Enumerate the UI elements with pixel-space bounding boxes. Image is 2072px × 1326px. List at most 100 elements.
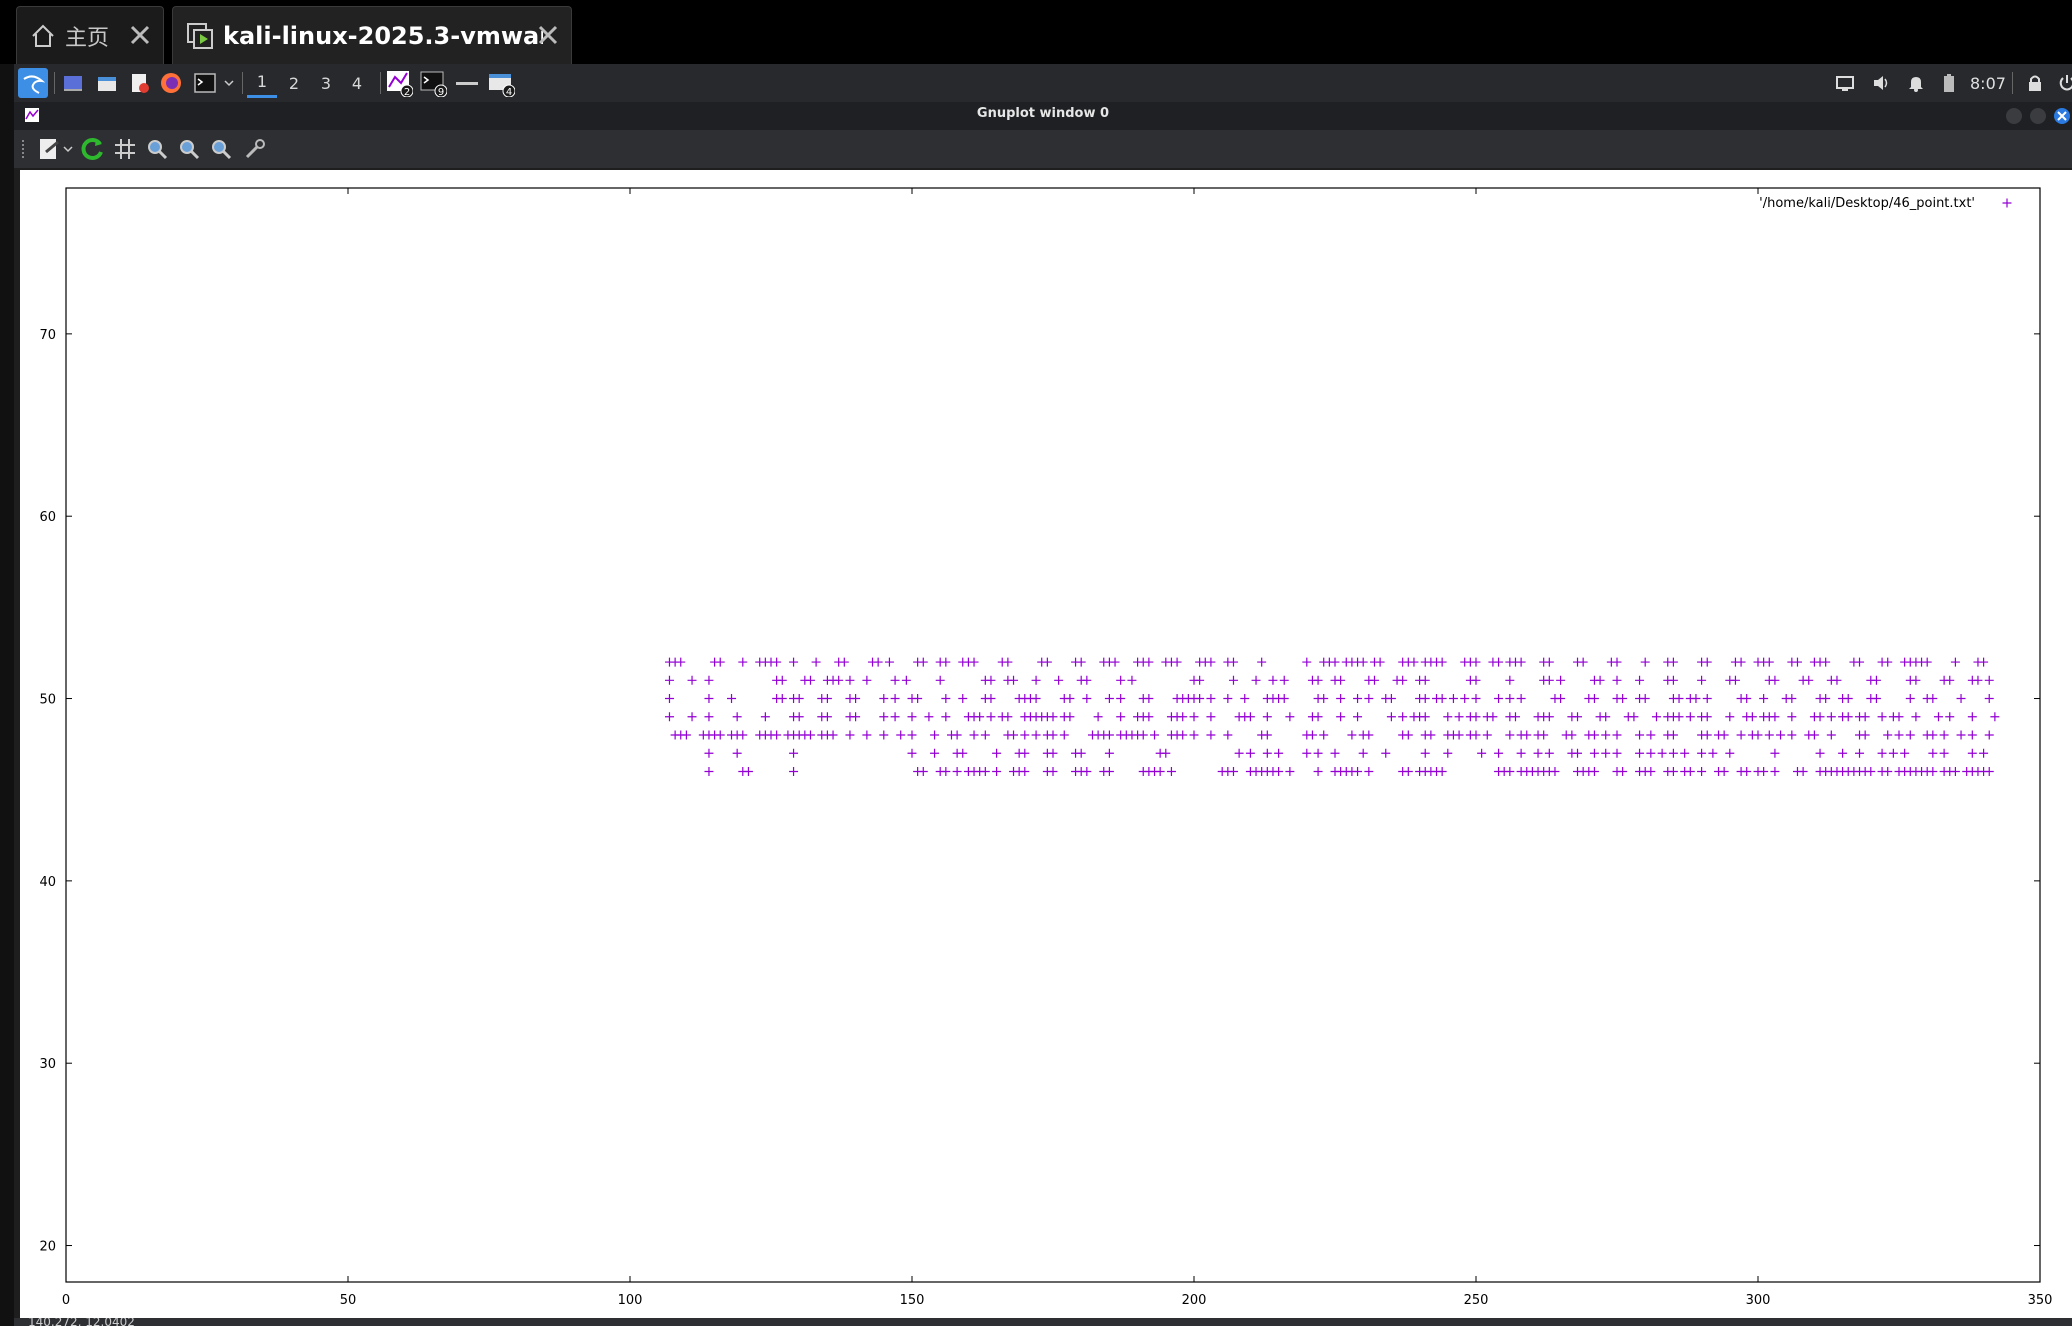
firefox-icon[interactable] [156,68,186,98]
data-point [1595,675,1605,685]
data-point [1189,730,1199,740]
data-point [1144,657,1154,667]
data-point [676,657,686,667]
data-point [1285,712,1295,722]
volume-icon[interactable] [1866,68,1896,98]
data-point [805,675,815,685]
data-point [1330,657,1340,667]
data-point [1573,748,1583,758]
data-point [1657,748,1667,758]
data-point [1093,712,1103,722]
data-point [1668,730,1678,740]
toolbar-grip[interactable] [22,140,28,158]
vm-tab-kali[interactable]: kali-linux-2025.3-vmware-... [172,6,572,64]
minimized-window-icon[interactable] [452,68,482,98]
data-point [1905,730,1915,740]
grid-icon[interactable] [110,134,140,164]
chevron-down-icon[interactable] [60,134,76,164]
workspace-4[interactable]: 4 [342,68,372,98]
data-point [1736,657,1746,667]
minimize-button[interactable] [2006,108,2022,124]
chevron-down-icon[interactable] [222,68,236,98]
data-point [1048,712,1058,722]
data-point [794,712,804,722]
vm-tab-home[interactable]: 主页 [16,6,164,64]
data-point [1770,766,1780,776]
plot-canvas[interactable]: 0 50 100 150 200 250 300 350 20 30 40 50 60 70 '/home… [20,170,2072,1318]
data-point [1104,748,1114,758]
data-point [1262,712,1272,722]
settings-icon[interactable] [240,134,270,164]
file-manager-icon[interactable] [92,68,122,98]
legend-marker [2002,198,2012,208]
data-point [1319,694,1329,704]
data-point [1860,712,1870,722]
data-point [890,694,900,704]
data-point [1911,675,1921,685]
lock-icon[interactable] [2020,68,2050,98]
data-point [1386,712,1396,722]
display-icon[interactable] [1830,68,1860,98]
maximize-button[interactable] [2030,108,2046,124]
data-point [1764,657,1774,667]
data-point [1922,657,1932,667]
data-point [1556,694,1566,704]
data-point [1894,712,1904,722]
files-task-icon[interactable]: 4 [486,68,516,98]
data-point [1792,657,1802,667]
zoom-previous-icon[interactable] [142,134,172,164]
data-point [822,694,832,704]
data-point [1815,712,1825,722]
data-point [1285,766,1295,776]
kali-menu-icon[interactable] [18,68,48,98]
data-point [1860,730,1870,740]
y-tick-label: 70 [39,328,56,343]
gnuplot-task-icon[interactable]: 2 [384,68,414,98]
close-icon[interactable] [535,22,561,48]
data-point [1347,730,1357,740]
desktop-icon[interactable] [58,68,88,98]
replot-icon[interactable] [78,134,108,164]
data-point [1928,766,1938,776]
data-point [1268,675,1278,685]
text-editor-icon[interactable] [124,68,154,98]
data-point [738,657,748,667]
data-point [1618,694,1628,704]
workspace-2[interactable]: 2 [279,68,309,98]
terminal-task-icon[interactable]: 9 [418,68,448,98]
power-icon[interactable] [2052,68,2072,98]
data-point [1494,694,1504,704]
close-icon[interactable] [127,22,153,48]
data-point [1240,694,1250,704]
terminal-icon[interactable] [190,68,220,98]
workspace-1[interactable]: 1 [247,68,277,98]
data-point [969,657,979,667]
close-button[interactable] [2054,108,2070,124]
data-point [1104,730,1114,740]
data-point [1178,712,1188,722]
data-point [862,730,872,740]
data-point [1697,766,1707,776]
data-point [1928,694,1938,704]
window-titlebar[interactable]: Gnuplot window 0 [14,102,2072,130]
data-point [941,766,951,776]
data-point [1386,694,1396,704]
data-point [1888,748,1898,758]
data-point [1589,766,1599,776]
data-point [1516,657,1526,667]
data-point [1009,730,1019,740]
data-point [1195,694,1205,704]
zoom-next-icon[interactable] [174,134,204,164]
data-point [704,748,714,758]
notifications-icon[interactable] [1901,68,1931,98]
data-point [1409,657,1419,667]
data-point [1646,766,1656,776]
data-point [704,675,714,685]
data-point [1437,766,1447,776]
data-point [1206,694,1216,704]
workspace-3[interactable]: 3 [311,68,341,98]
x-tick-label: 0 [62,1293,70,1308]
data-point [1505,694,1515,704]
data-point [1437,694,1447,704]
autoscale-icon[interactable] [206,134,236,164]
